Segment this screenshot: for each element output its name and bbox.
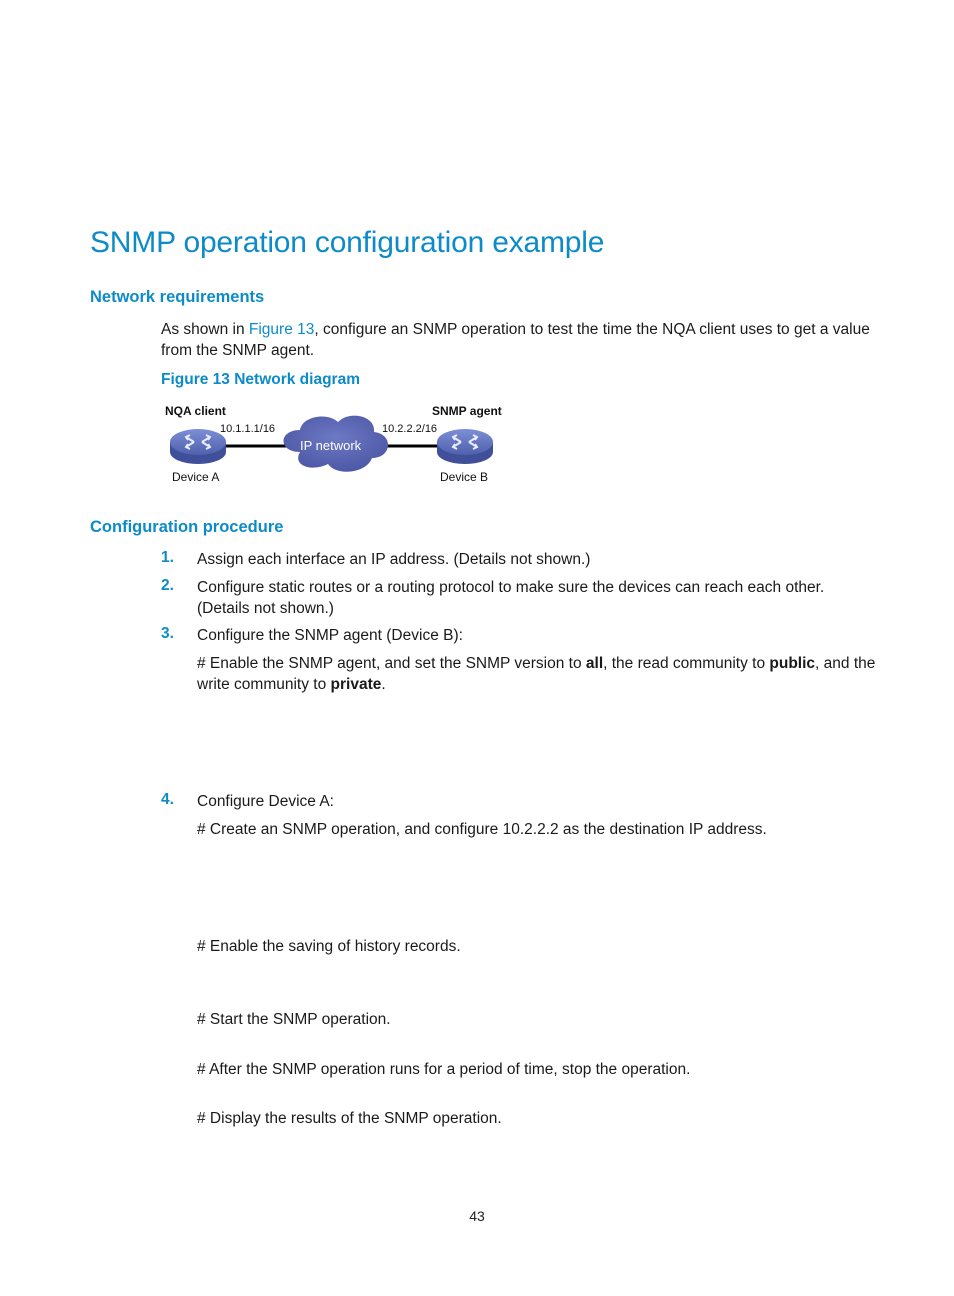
step-text-2: Configure static routes or a routing pro…: [197, 577, 824, 619]
step-text-4: Configure Device A:: [197, 793, 334, 810]
step-number-1: 1.: [161, 549, 174, 566]
page-number: 43: [469, 1208, 485, 1224]
read-community-value: public: [769, 655, 816, 672]
ip-label-left: 10.1.1.1/16: [220, 423, 276, 435]
para-line2: from the SNMP agent.: [161, 342, 315, 359]
comment-text: # Enable the SNMP agent, and set the SNM…: [197, 655, 586, 672]
ip-label-right: 10.2.2.2/16: [382, 423, 438, 435]
step-4-comment-stop: # After the SNMP operation runs for a pe…: [197, 1061, 691, 1078]
step-4-comment-display: # Display the results of the SNMP operat…: [197, 1110, 502, 1127]
write-community-value: private: [330, 676, 382, 693]
para-suffix: , configure an SNMP operation to test th…: [314, 321, 870, 338]
para-prefix: As shown in: [161, 321, 249, 338]
device-label-b: Device B: [440, 470, 489, 484]
step-number-4: 4.: [161, 791, 174, 808]
section-heading-network-requirements: Network requirements: [90, 288, 265, 306]
step-number-2: 2.: [161, 577, 174, 594]
step-4-comment-create: # Create an SNMP operation, and configur…: [197, 821, 767, 838]
device-label-a: Device A: [172, 470, 220, 484]
figure-13-link[interactable]: Figure 13: [249, 321, 314, 338]
router-icon-device-a: [170, 429, 226, 464]
role-label-nqa-client: NQA client: [165, 404, 226, 418]
step-text-1: Assign each interface an IP address. (De…: [197, 551, 591, 568]
step-2-line2: (Details not shown.): [197, 600, 334, 617]
comment-text: .: [381, 676, 386, 693]
step-2-line1: Configure static routes or a routing pro…: [197, 579, 825, 596]
network-diagram: NQA client SNMP agent 10.1.1.1/16 10.2.2…: [160, 400, 520, 490]
step-4-comment-start: # Start the SNMP operation.: [197, 1011, 391, 1028]
step-text-3: Configure the SNMP agent (Device B):: [197, 627, 463, 644]
cloud-label: IP network: [300, 438, 362, 453]
step-4-comment-history: # Enable the saving of history records.: [197, 938, 461, 955]
page-title: SNMP operation configuration example: [90, 226, 605, 259]
section-heading-configuration-procedure: Configuration procedure: [90, 518, 284, 536]
requirements-paragraph: As shown in Figure 13, configure an SNMP…: [161, 319, 870, 361]
step-3-comment: # Enable the SNMP agent, and set the SNM…: [197, 653, 875, 695]
version-value: all: [585, 655, 604, 672]
comment-text: , and the: [815, 655, 876, 672]
figure-caption: Figure 13 Network diagram: [161, 371, 360, 388]
step-number-3: 3.: [161, 625, 174, 642]
comment-text: write community to: [197, 676, 331, 693]
role-label-snmp-agent: SNMP agent: [432, 404, 502, 418]
comment-text: , the read community to: [603, 655, 770, 672]
router-icon-device-b: [437, 429, 493, 464]
